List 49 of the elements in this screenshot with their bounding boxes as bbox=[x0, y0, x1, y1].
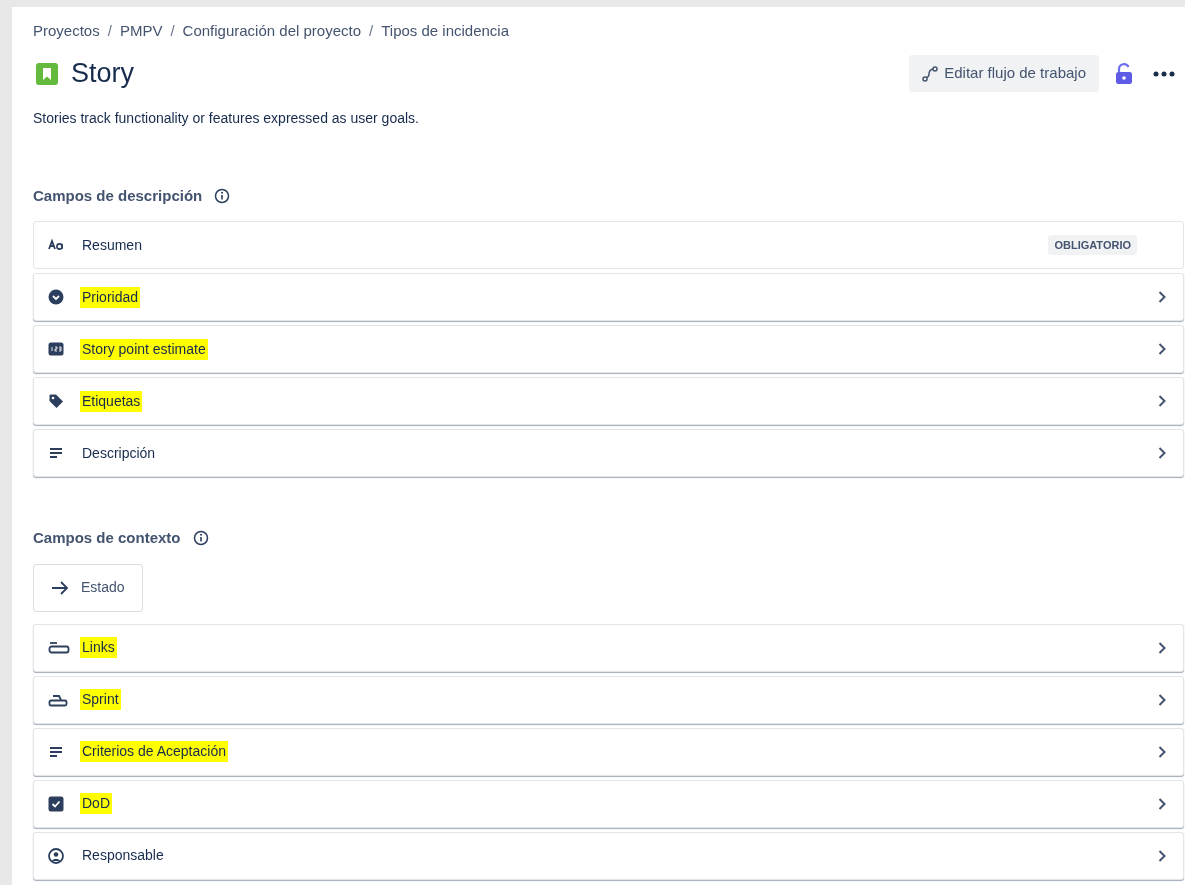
breadcrumb-separator: / bbox=[170, 21, 175, 41]
text-icon bbox=[48, 237, 64, 253]
number-icon bbox=[48, 341, 64, 357]
field-label: Responsable bbox=[81, 846, 165, 865]
field-label: Resumen bbox=[81, 235, 143, 255]
required-badge: OBLIGATORIO bbox=[1048, 234, 1137, 256]
field-row[interactable]: Etiquetas bbox=[33, 377, 1184, 425]
field-label: Etiquetas bbox=[80, 390, 143, 412]
field-row[interactable]: Prioridad bbox=[33, 273, 1184, 321]
field-label: Story point estimate bbox=[80, 338, 208, 360]
field-label: Descripción bbox=[81, 443, 157, 463]
arrow-right-icon bbox=[51, 580, 69, 595]
checkbox-icon bbox=[48, 795, 64, 812]
field-row[interactable]: Story point estimate bbox=[33, 325, 1184, 373]
field-row[interactable]: Resumen OBLIGATORIO bbox=[33, 221, 1184, 269]
breadcrumb-separator: / bbox=[369, 21, 374, 41]
bookmark-icon bbox=[35, 61, 59, 86]
section-heading: Campos de descripción bbox=[33, 185, 203, 206]
page-title: Story bbox=[71, 57, 135, 91]
breadcrumb-link[interactable]: Proyectos bbox=[33, 20, 100, 43]
link-icon bbox=[48, 639, 70, 656]
breadcrumb-link[interactable]: Tipos de incidencia bbox=[381, 20, 510, 43]
field-row[interactable]: DoD bbox=[33, 779, 1184, 828]
field-row[interactable]: Descripción bbox=[33, 429, 1184, 477]
status-chip[interactable]: Estado bbox=[33, 563, 143, 612]
field-row[interactable]: Criterios de Aceptación bbox=[33, 727, 1184, 776]
field-row[interactable]: Responsable bbox=[33, 831, 1184, 880]
edit-workflow-button[interactable]: Editar flujo de trabajo bbox=[909, 55, 1099, 92]
field-label: Prioridad bbox=[80, 286, 141, 308]
person-circle-icon bbox=[48, 847, 64, 864]
field-row[interactable]: Sprint bbox=[33, 675, 1184, 724]
breadcrumb-link[interactable]: Configuración del proyecto bbox=[182, 20, 361, 43]
info-icon[interactable] bbox=[192, 530, 209, 547]
field-label: Criterios de Aceptación bbox=[80, 741, 228, 762]
field-label: Sprint bbox=[80, 689, 121, 710]
field-label: Links bbox=[80, 637, 117, 658]
field-label: DoD bbox=[80, 793, 112, 814]
more-icon[interactable] bbox=[1153, 70, 1175, 77]
info-icon[interactable] bbox=[214, 187, 231, 204]
tag-icon bbox=[48, 393, 64, 409]
chevron-circle-icon bbox=[48, 289, 64, 305]
field-row[interactable]: Links bbox=[33, 623, 1184, 672]
description-text: Stories track functionality or features expressed as user goals. bbox=[33, 108, 420, 128]
breadcrumb-separator: / bbox=[107, 21, 112, 41]
workflow-icon bbox=[922, 65, 939, 82]
unlock-icon[interactable] bbox=[1115, 62, 1133, 85]
lines-icon bbox=[48, 445, 64, 461]
section-heading: Campos de contexto bbox=[33, 528, 181, 548]
breadcrumb-link[interactable]: PMPV bbox=[119, 20, 163, 43]
